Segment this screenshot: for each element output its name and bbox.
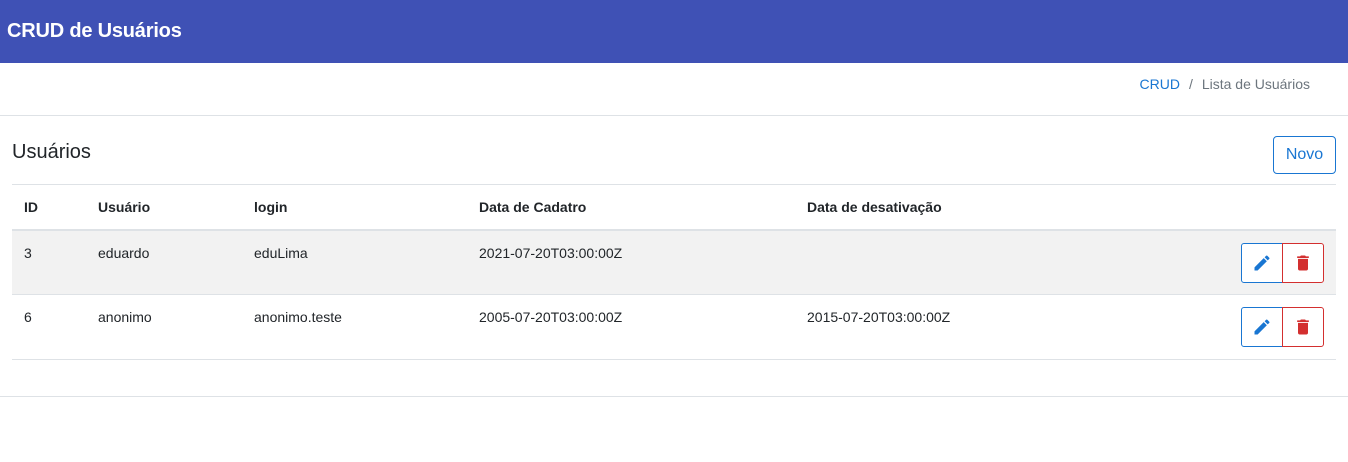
header-login: login (242, 184, 467, 231)
cell-login: eduLima (242, 229, 467, 295)
pencil-icon (1254, 319, 1270, 335)
breadcrumb-separator: / (1188, 76, 1193, 92)
table-header-row: ID Usuário login Data de Cadatro Data de… (12, 184, 1336, 231)
header-data-cadastro: Data de Cadatro (467, 184, 795, 231)
cell-data-cadastro: 2021-07-20T03:00:00Z (467, 229, 795, 295)
breadcrumb-crud-link[interactable]: CRUD (1139, 76, 1179, 92)
table-row: 3 eduardo eduLima 2021-07-20T03:00:00Z (12, 229, 1336, 295)
edit-button[interactable] (1241, 242, 1283, 283)
header-data-desativacao: Data de desativação (795, 184, 1125, 231)
header-usuario: Usuário (86, 184, 242, 231)
cell-id: 6 (12, 294, 86, 360)
cell-data-cadastro: 2005-07-20T03:00:00Z (467, 294, 795, 360)
row-action-group (1241, 307, 1324, 347)
trash-icon (1297, 255, 1309, 270)
delete-button[interactable] (1282, 242, 1324, 283)
edit-button[interactable] (1241, 307, 1283, 347)
cell-actions (1124, 229, 1336, 295)
cell-actions (1124, 294, 1336, 360)
delete-button[interactable] (1282, 307, 1324, 347)
app-title: CRUD de Usuários (7, 20, 182, 42)
cell-usuario: eduardo (86, 229, 242, 295)
users-card: Usuários Novo ID Usuário login Data de C… (0, 116, 1348, 397)
breadcrumb-current: Lista de Usuários (1201, 76, 1310, 92)
header-id: ID (12, 184, 86, 231)
new-user-button[interactable]: Novo (1273, 136, 1336, 174)
table-row: 6 anonimo anonimo.teste 2005-07-20T03:00… (12, 294, 1336, 360)
app-header: CRUD de Usuários (0, 0, 1348, 63)
page-title: Usuários (12, 141, 91, 163)
breadcrumb-bar: CRUD / Lista de Usuários (0, 63, 1348, 116)
pencil-icon (1254, 254, 1270, 270)
cell-data-desativacao: 2015-07-20T03:00:00Z (795, 294, 1125, 360)
row-action-group (1241, 242, 1324, 283)
cell-data-desativacao (795, 229, 1125, 295)
breadcrumb: CRUD / Lista de Usuários (1139, 76, 1310, 92)
header-actions (1124, 184, 1336, 231)
cell-id: 3 (12, 229, 86, 295)
trash-icon (1297, 319, 1309, 335)
cell-usuario: anonimo (86, 294, 242, 360)
users-table: ID Usuário login Data de Cadatro Data de… (12, 184, 1336, 360)
cell-login: anonimo.teste (242, 294, 467, 360)
